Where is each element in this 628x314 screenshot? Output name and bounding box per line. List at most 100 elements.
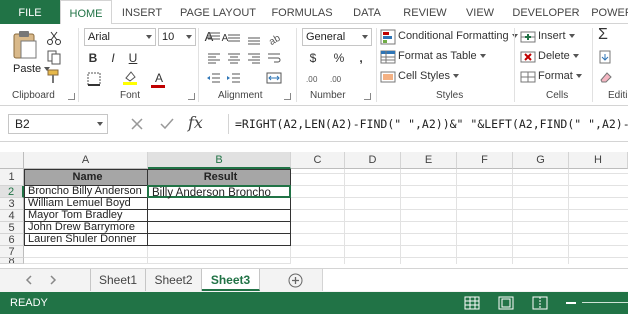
result-cell[interactable] — [147, 210, 291, 222]
borders-icon[interactable] — [86, 71, 102, 87]
paste-icon[interactable] — [12, 30, 38, 60]
cells-group-label: Cells — [546, 90, 569, 101]
percent-button[interactable]: % — [330, 49, 348, 67]
merge-center-icon[interactable] — [266, 70, 282, 86]
column-header-h[interactable]: H — [569, 152, 628, 169]
italic-button[interactable]: I — [104, 49, 122, 67]
clipboard-group-label: Clipboard — [12, 90, 55, 101]
copy-icon[interactable] — [46, 49, 62, 65]
tab-developer[interactable]: DEVELOPER — [506, 0, 586, 24]
align-right-icon[interactable] — [246, 50, 262, 66]
name-cell[interactable]: Lauren Shuler Donner — [24, 234, 148, 246]
row-header-2[interactable]: 2 — [0, 186, 24, 198]
empty-cell[interactable] — [148, 258, 291, 264]
column-header-g[interactable]: G — [513, 152, 569, 169]
conditional-formatting-button[interactable]: Conditional Formatting — [398, 30, 518, 42]
empty-cell[interactable] — [24, 246, 148, 258]
column-header-c[interactable]: C — [291, 152, 345, 169]
header-cell-name[interactable]: Name — [24, 169, 148, 186]
delete-button[interactable]: Delete — [538, 50, 579, 62]
format-painter-icon[interactable] — [46, 68, 62, 84]
row-header-4[interactable]: 4 — [0, 210, 24, 222]
tab-review[interactable]: REVIEW — [396, 0, 454, 24]
result-cell[interactable]: Billy Anderson Broncho — [147, 185, 291, 199]
autosum-button[interactable]: Σ — [598, 26, 608, 44]
tab-home[interactable]: HOME — [60, 0, 112, 25]
number-format-dropdown[interactable]: General — [302, 28, 372, 46]
comma-button[interactable]: , — [352, 49, 370, 67]
tab-data[interactable]: DATA — [344, 0, 390, 24]
enter-icon[interactable] — [160, 117, 174, 131]
header-cell-result[interactable]: Result — [147, 169, 291, 186]
increase-decimal-icon[interactable]: .0 0 — [306, 70, 322, 86]
scroll-right-icon[interactable] — [48, 275, 58, 285]
insert-function-button[interactable]: fx — [188, 113, 203, 132]
number-launcher-icon[interactable] — [364, 93, 371, 100]
align-center-icon[interactable] — [226, 50, 242, 66]
bold-button[interactable]: B — [84, 49, 102, 67]
cell-styles-button[interactable]: Cell Styles — [398, 70, 459, 82]
decrease-indent-icon[interactable] — [206, 70, 222, 86]
font-name-dropdown[interactable]: Arial — [84, 28, 156, 46]
format-as-table-button[interactable]: Format as Table — [398, 50, 486, 62]
wrap-text-icon[interactable] — [266, 50, 282, 66]
column-header-d[interactable]: D — [345, 152, 401, 169]
fill-icon[interactable] — [598, 49, 614, 65]
cut-icon[interactable] — [46, 30, 62, 46]
row-header-1[interactable]: 1 — [0, 169, 24, 186]
select-all-corner[interactable] — [0, 152, 24, 169]
font-size-dropdown[interactable]: 10 — [158, 28, 196, 46]
tab-view[interactable]: VIEW — [460, 0, 500, 24]
cancel-icon[interactable] — [130, 117, 144, 131]
align-bottom-icon[interactable] — [246, 30, 262, 46]
sheet-tab-sheet3[interactable]: Sheet3 — [202, 269, 260, 291]
tab-page-layout[interactable]: PAGE LAYOUT — [174, 0, 262, 24]
tab-insert[interactable]: INSERT — [114, 0, 170, 24]
normal-view-icon[interactable] — [464, 296, 480, 310]
column-header-a[interactable]: A — [24, 152, 148, 169]
formula-input[interactable]: =RIGHT(A2,LEN(A2)-FIND(" ",A2))&" "&LEFT… — [228, 114, 628, 134]
align-middle-icon[interactable] — [226, 30, 242, 46]
insert-button[interactable]: Insert — [538, 30, 575, 42]
alignment-launcher-icon[interactable] — [284, 93, 291, 100]
clipboard-launcher-icon[interactable] — [68, 93, 75, 100]
tab-power[interactable]: POWER — [590, 0, 628, 24]
column-header-f[interactable]: F — [457, 152, 513, 169]
tab-formulas[interactable]: FORMULAS — [266, 0, 338, 24]
increase-indent-icon[interactable] — [226, 70, 242, 86]
column-header-b[interactable]: B — [148, 152, 291, 169]
tab-file[interactable]: FILE — [0, 0, 60, 24]
format-button[interactable]: Format — [538, 70, 582, 82]
name-box[interactable]: B2 — [8, 114, 108, 134]
fill-color-icon[interactable] — [122, 69, 138, 85]
scroll-left-icon[interactable] — [24, 275, 34, 285]
font-launcher-icon[interactable] — [188, 93, 195, 100]
sheet-tab-sheet1[interactable]: Sheet1 — [90, 269, 146, 291]
new-sheet-icon[interactable] — [288, 273, 303, 288]
sheet-tab-sheet2[interactable]: Sheet2 — [146, 269, 202, 291]
page-break-view-icon[interactable] — [532, 296, 548, 310]
row-header-3[interactable]: 3 — [0, 198, 24, 210]
empty-cell[interactable] — [148, 246, 291, 258]
zoom-slider[interactable] — [582, 302, 628, 303]
horizontal-scroll-area[interactable] — [322, 269, 628, 291]
page-layout-view-icon[interactable] — [498, 296, 514, 310]
row-header-6[interactable]: 6 — [0, 234, 24, 246]
empty-cell[interactable] — [24, 258, 148, 264]
result-cell[interactable] — [147, 234, 291, 246]
align-top-icon[interactable] — [206, 30, 222, 46]
clear-icon[interactable] — [598, 69, 614, 85]
result-cell[interactable] — [147, 222, 291, 234]
column-header-e[interactable]: E — [401, 152, 457, 169]
decrease-decimal-icon[interactable]: .00 — [330, 70, 346, 86]
align-left-icon[interactable] — [206, 50, 222, 66]
zoom-out-icon[interactable] — [566, 302, 576, 304]
result-cell[interactable] — [147, 198, 291, 210]
row-header-8[interactable]: 8 — [0, 258, 24, 264]
row-header-7[interactable]: 7 — [0, 246, 24, 258]
currency-button[interactable]: $ — [304, 49, 322, 67]
orientation-icon[interactable]: ab — [266, 30, 282, 46]
underline-button[interactable]: U — [124, 49, 142, 67]
paste-button[interactable]: Paste — [13, 63, 51, 75]
row-header-5[interactable]: 5 — [0, 222, 24, 234]
